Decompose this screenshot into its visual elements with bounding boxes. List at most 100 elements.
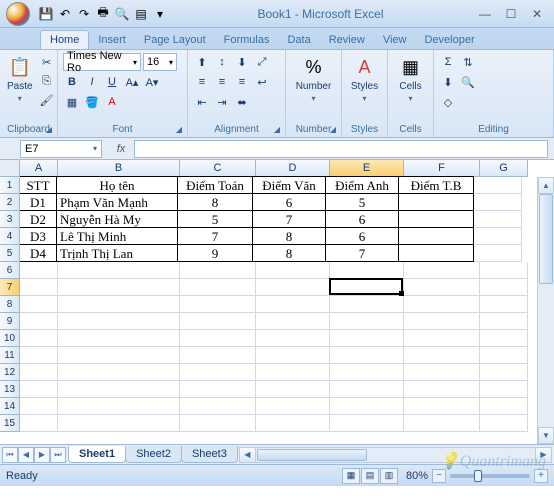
cell-B9[interactable] (58, 313, 180, 330)
alignment-dialog-launcher[interactable]: ◢ (271, 123, 283, 135)
zoom-slider-thumb[interactable] (474, 470, 482, 482)
cell-F3[interactable] (398, 210, 474, 228)
row-header-9[interactable]: 9 (0, 313, 20, 330)
cell-G4[interactable] (474, 228, 522, 245)
align-center-icon[interactable]: ≡ (213, 73, 231, 91)
cell-F10[interactable] (404, 330, 480, 347)
row-header-11[interactable]: 11 (0, 347, 20, 364)
cell-E4[interactable]: 6 (325, 227, 399, 245)
cut-icon[interactable]: ✂ (38, 53, 56, 71)
cell-D14[interactable] (256, 398, 330, 415)
row-header-3[interactable]: 3 (0, 211, 20, 228)
maximize-button[interactable]: ☐ (499, 5, 523, 23)
cell-A15[interactable] (20, 415, 58, 432)
cell-D8[interactable] (256, 296, 330, 313)
select-all-corner[interactable] (0, 160, 20, 177)
cell-B1[interactable]: Họ tên (56, 176, 178, 194)
align-left-icon[interactable]: ≡ (193, 73, 211, 91)
scroll-up-button[interactable]: ▲ (538, 177, 554, 194)
tab-view[interactable]: View (374, 31, 416, 49)
sheet-tab-sheet2[interactable]: Sheet2 (125, 446, 182, 463)
cell-B5[interactable]: Trịnh Thị Lan (56, 244, 178, 262)
row-header-13[interactable]: 13 (0, 381, 20, 398)
cell-E14[interactable] (330, 398, 404, 415)
formula-input[interactable] (134, 140, 548, 158)
increase-indent-icon[interactable]: ⇥ (213, 93, 231, 111)
row-header-2[interactable]: 2 (0, 194, 20, 211)
wrap-text-icon[interactable]: ↩ (253, 73, 271, 91)
cell-G6[interactable] (480, 262, 528, 279)
cell-E10[interactable] (330, 330, 404, 347)
cell-A12[interactable] (20, 364, 58, 381)
cells-grid[interactable]: STTHọ tênĐiểm ToánĐiểm VănĐiểm AnhĐiểm T… (20, 177, 554, 432)
cell-E13[interactable] (330, 381, 404, 398)
cell-B3[interactable]: Nguyễn Hà My (56, 210, 178, 228)
row-header-5[interactable]: 5 (0, 245, 20, 262)
tab-review[interactable]: Review (320, 31, 374, 49)
cell-B15[interactable] (58, 415, 180, 432)
cell-C10[interactable] (180, 330, 256, 347)
font-dialog-launcher[interactable]: ◢ (173, 123, 185, 135)
align-right-icon[interactable]: ≡ (233, 73, 251, 91)
cell-C5[interactable]: 9 (177, 244, 253, 262)
zoom-level[interactable]: 80% (406, 470, 428, 482)
cell-B7[interactable] (58, 279, 180, 296)
cell-G8[interactable] (480, 296, 528, 313)
fill-color-icon[interactable]: 🪣 (83, 93, 101, 111)
underline-button[interactable]: U (103, 73, 121, 91)
cell-A1[interactable]: STT (20, 176, 57, 194)
cell-D12[interactable] (256, 364, 330, 381)
redo-icon[interactable]: ↷ (76, 6, 92, 22)
sheet-tab-sheet3[interactable]: Sheet3 (181, 446, 238, 463)
cell-C4[interactable]: 7 (177, 227, 253, 245)
cell-D1[interactable]: Điểm Văn (252, 176, 326, 194)
italic-button[interactable]: I (83, 73, 101, 91)
cell-F7[interactable] (404, 279, 480, 296)
cell-A5[interactable]: D4 (20, 244, 57, 262)
cell-B6[interactable] (58, 262, 180, 279)
cell-G10[interactable] (480, 330, 528, 347)
quickprint-icon[interactable]: 🖶 (95, 6, 111, 22)
paste-button[interactable]: 📋 Paste ▾ (5, 53, 35, 105)
cell-F1[interactable]: Điểm T.B (398, 176, 474, 194)
cell-C15[interactable] (180, 415, 256, 432)
cell-G5[interactable] (474, 245, 522, 262)
copy-icon[interactable]: ⎘ (38, 72, 56, 90)
col-header-E[interactable]: E (330, 160, 404, 177)
col-header-C[interactable]: C (180, 160, 256, 177)
new-icon[interactable]: ▤ (133, 6, 149, 22)
save-icon[interactable]: 💾 (38, 6, 54, 22)
row-header-15[interactable]: 15 (0, 415, 20, 432)
cell-F11[interactable] (404, 347, 480, 364)
cell-B10[interactable] (58, 330, 180, 347)
cell-G9[interactable] (480, 313, 528, 330)
cell-F14[interactable] (404, 398, 480, 415)
scroll-left-button[interactable]: ◀ (240, 448, 256, 462)
cell-E6[interactable] (330, 262, 404, 279)
cell-E2[interactable]: 5 (325, 193, 399, 211)
cell-D10[interactable] (256, 330, 330, 347)
cell-C6[interactable] (180, 262, 256, 279)
col-header-D[interactable]: D (256, 160, 330, 177)
align-middle-icon[interactable]: ↕ (213, 53, 231, 71)
find-icon[interactable]: 🔍 (459, 73, 477, 91)
row-header-7[interactable]: 7 (0, 279, 20, 296)
col-header-F[interactable]: F (404, 160, 480, 177)
cell-E11[interactable] (330, 347, 404, 364)
font-size-combo[interactable]: 16▾ (143, 53, 177, 71)
cell-A6[interactable] (20, 262, 58, 279)
cell-C14[interactable] (180, 398, 256, 415)
cell-B8[interactable] (58, 296, 180, 313)
cell-E5[interactable]: 7 (325, 244, 399, 262)
number-format-button[interactable]: % Number ▾ (291, 53, 336, 105)
cell-A8[interactable] (20, 296, 58, 313)
cell-F8[interactable] (404, 296, 480, 313)
col-header-B[interactable]: B (58, 160, 180, 177)
cell-D4[interactable]: 8 (252, 227, 326, 245)
sheet-nav-2[interactable]: ▶ (34, 447, 50, 463)
cell-F13[interactable] (404, 381, 480, 398)
qat-dropdown-icon[interactable]: ▾ (152, 6, 168, 22)
tab-formulas[interactable]: Formulas (215, 31, 279, 49)
office-button[interactable] (0, 0, 36, 28)
cell-C8[interactable] (180, 296, 256, 313)
